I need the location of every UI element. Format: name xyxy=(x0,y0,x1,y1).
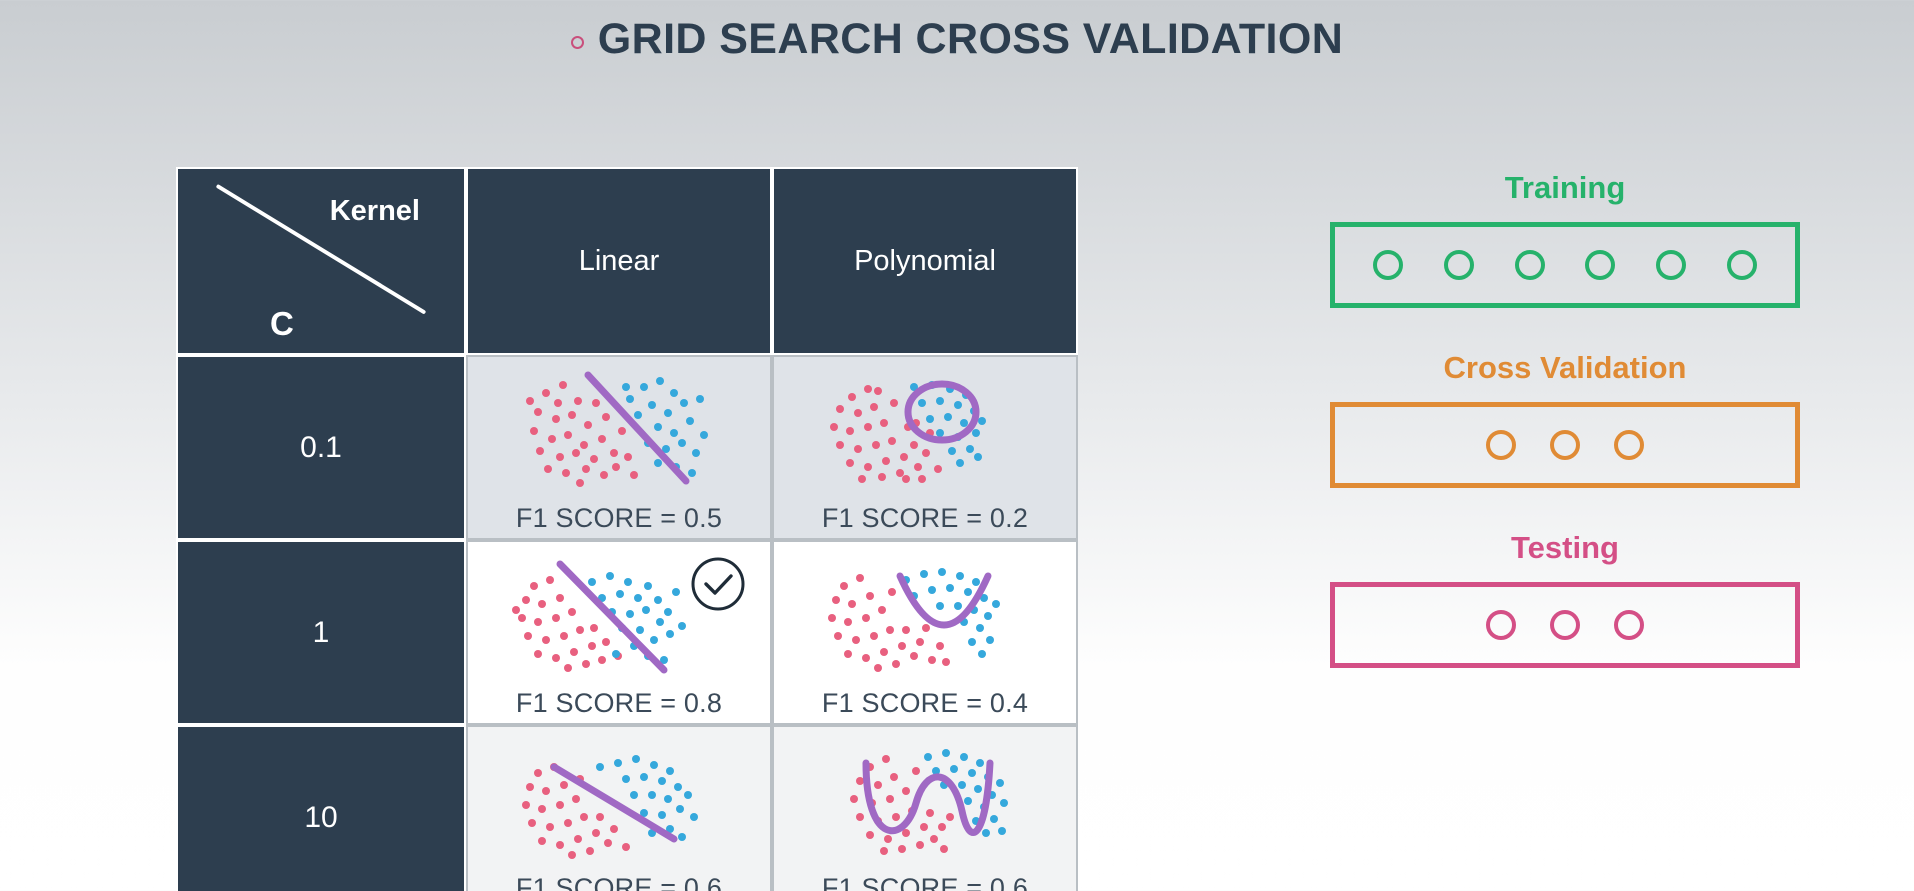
page-title: GRID SEARCH CROSS VALIDATION xyxy=(597,14,1344,63)
row-header-c-10: 10 xyxy=(176,725,466,891)
fold-dot-icon xyxy=(1614,610,1644,640)
legend-group-testing: Testing xyxy=(1330,530,1800,668)
fold-dot-icon xyxy=(1373,250,1404,280)
kernel-axis-label: Kernel xyxy=(329,195,420,227)
cell-polynomial-c-0.1[interactable]: F1 SCORE = 0.2 xyxy=(772,355,1078,540)
fold-dot-icon xyxy=(1655,250,1686,280)
scatter-plot-line-steep-diagonal xyxy=(526,371,708,487)
f1-score-label: F1 SCORE = 0.2 xyxy=(821,503,1029,533)
legend-group-training: Training xyxy=(1330,170,1800,308)
fold-dot-icon xyxy=(1550,610,1580,640)
legend-title-testing: Testing xyxy=(1511,530,1619,565)
cell-polynomial-c-10[interactable]: F1 SCORE = 0.6 xyxy=(772,725,1078,891)
fold-dot-icon xyxy=(1726,250,1757,280)
table-row: 10 F1 SCORE = 0.6 F1 SCORE = 0.6 xyxy=(176,725,1078,891)
scatter-plot-parabola-u-curve xyxy=(828,568,1000,672)
fold-dot-icon xyxy=(1585,250,1616,280)
table-row: 1 F1 SCORE = 0.8 F1 SCORE = 0.4 xyxy=(176,540,1078,725)
scatter-plot-line-shallow-diagonal xyxy=(522,755,698,859)
row-header-c-0.1: 0.1 xyxy=(176,355,466,540)
page-title-bar: GRID SEARCH CROSS VALIDATION xyxy=(0,8,1914,70)
cell-linear-c-1[interactable]: F1 SCORE = 0.8 xyxy=(466,540,772,725)
table-row: 0.1 F1 SCORE = 0.5 F1 SCORE = 0.2 xyxy=(176,355,1078,540)
legend-box-testing xyxy=(1330,582,1800,668)
grid-search-table: Kernel C Linear Polynomial 0.1 F1 SCORE … xyxy=(176,167,1078,891)
column-header-linear: Linear xyxy=(466,167,772,355)
fold-dot-icon xyxy=(1486,610,1516,640)
check-circle-icon xyxy=(691,557,745,611)
legend-group-cross-validation: Cross Validation xyxy=(1330,350,1800,488)
table-header-row: Kernel C Linear Polynomial xyxy=(176,167,1078,355)
column-header-polynomial: Polynomial xyxy=(772,167,1078,355)
fold-dot-icon xyxy=(1614,430,1644,460)
fold-dot-icon xyxy=(1443,250,1474,280)
scatter-plot-small-ellipse xyxy=(830,380,986,483)
cell-linear-c-10[interactable]: F1 SCORE = 0.6 xyxy=(466,725,772,891)
title-bullet-icon xyxy=(570,35,584,49)
f1-score-label: F1 SCORE = 0.8 xyxy=(515,688,723,718)
c-axis-label: C xyxy=(270,305,294,342)
fold-dot-icon xyxy=(1486,430,1516,460)
cell-linear-c-0.1[interactable]: F1 SCORE = 0.5 xyxy=(466,355,772,540)
dataset-split-legend: Training Cross Validation Testing xyxy=(1330,170,1800,668)
f1-score-label: F1 SCORE = 0.6 xyxy=(515,873,723,891)
table-corner-header: Kernel C xyxy=(176,167,466,355)
legend-box-cross-validation xyxy=(1330,402,1800,488)
legend-title-cross-validation: Cross Validation xyxy=(1443,350,1687,385)
cell-polynomial-c-1[interactable]: F1 SCORE = 0.4 xyxy=(772,540,1078,725)
legend-box-training xyxy=(1330,222,1800,308)
f1-score-label: F1 SCORE = 0.6 xyxy=(821,873,1029,891)
row-header-c-1: 1 xyxy=(176,540,466,725)
legend-title-training: Training xyxy=(1504,170,1626,205)
f1-score-label: F1 SCORE = 0.4 xyxy=(821,688,1029,718)
scatter-plot-wavy-w-curve xyxy=(850,749,1008,855)
f1-score-label: F1 SCORE = 0.5 xyxy=(515,503,723,533)
diagonal-split-line-icon xyxy=(216,184,426,314)
fold-dot-icon xyxy=(1550,430,1580,460)
fold-dot-icon xyxy=(1514,250,1545,280)
